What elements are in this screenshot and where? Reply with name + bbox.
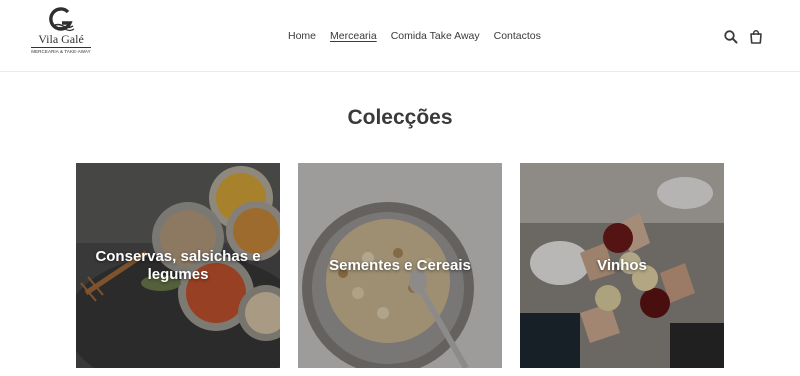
nav-item-home[interactable]: Home bbox=[288, 30, 316, 43]
collection-title: Conservas, salsichas e legumes bbox=[95, 247, 261, 283]
nav-item-mercearia[interactable]: Mercearia bbox=[330, 30, 377, 43]
logo-divider bbox=[31, 47, 91, 48]
collection-title: Vinhos bbox=[597, 256, 647, 274]
logo-name: Vila Galé bbox=[38, 32, 84, 46]
site-header: Vila Galé MERCEARIA & TAKE-AWAY Home Mer… bbox=[0, 0, 800, 72]
nav-item-contactos[interactable]: Contactos bbox=[494, 30, 541, 43]
collection-title: Sementes e Cereais bbox=[329, 256, 471, 274]
page-title: Colecções bbox=[347, 106, 453, 129]
collection-card-sementes[interactable]: Sementes e Cereais bbox=[298, 163, 502, 368]
collection-card-vinhos[interactable]: Vinhos bbox=[520, 163, 724, 368]
main-nav: Home Mercearia Comida Take Away Contacto… bbox=[288, 30, 555, 43]
cart-icon bbox=[750, 30, 762, 44]
collection-card-conservas[interactable]: Conservas, salsichas e legumes bbox=[76, 163, 280, 368]
logo-emblem-icon bbox=[49, 7, 75, 32]
search-button[interactable] bbox=[723, 29, 739, 45]
logo[interactable]: Vila Galé MERCEARIA & TAKE-AWAY bbox=[30, 6, 92, 66]
cart-button[interactable] bbox=[748, 29, 764, 45]
logo-tagline: MERCEARIA & TAKE-AWAY bbox=[31, 49, 91, 54]
search-icon bbox=[724, 30, 738, 44]
nav-item-comida-take-away[interactable]: Comida Take Away bbox=[391, 30, 480, 43]
